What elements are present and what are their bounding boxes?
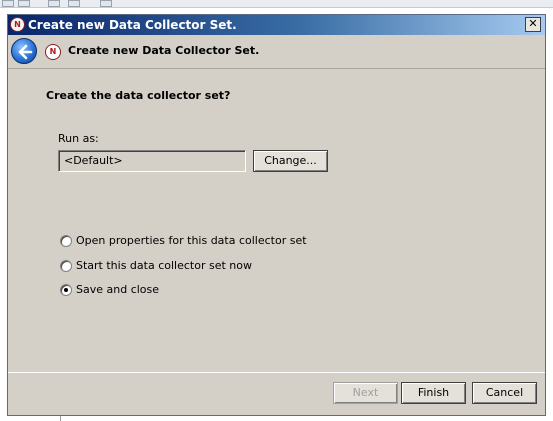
create-data-collector-set-dialog: N Create new Data Collector Set. ✕ N Cre… (7, 14, 546, 416)
back-arrow-icon (18, 44, 33, 60)
toolbar-icon[interactable] (68, 0, 80, 7)
change-button[interactable]: Change... (253, 150, 328, 172)
wizard-footer: Next Finish Cancel (8, 374, 545, 415)
toolbar-icon[interactable] (2, 0, 14, 7)
next-button[interactable]: Next (333, 382, 398, 404)
toolbar-icon[interactable] (18, 0, 30, 7)
option-label: Save and close (76, 283, 160, 296)
window-title: Create new Data Collector Set. (28, 18, 237, 32)
wizard-header: N Create new Data Collector Set. (8, 35, 545, 67)
title-bar[interactable]: N Create new Data Collector Set. ✕ (8, 15, 545, 35)
toolbar-icon[interactable] (100, 0, 112, 7)
radio-button[interactable] (60, 235, 72, 247)
data-collector-icon: N (45, 44, 61, 60)
data-collector-icon: N (10, 17, 25, 32)
option-label: Start this data collector set now (76, 259, 252, 272)
toolbar-icon[interactable] (48, 0, 60, 7)
question-heading: Create the data collector set? (46, 89, 231, 102)
cancel-button[interactable]: Cancel (472, 382, 537, 404)
wizard-title: Create new Data Collector Set. (68, 44, 260, 57)
run-as-label: Run as: (58, 132, 99, 145)
run-as-field: <Default> (58, 150, 246, 172)
radio-button-selected[interactable] (60, 284, 72, 296)
option-label: Open properties for this data collector … (76, 234, 307, 247)
background-toolbar (0, 0, 553, 8)
finish-button[interactable]: Finish (401, 382, 466, 404)
wizard-content: Create the data collector set? Run as: <… (8, 68, 545, 373)
close-button[interactable]: ✕ (525, 17, 541, 32)
radio-selected-dot (64, 288, 68, 292)
close-icon: ✕ (528, 17, 538, 30)
back-button[interactable] (11, 38, 37, 64)
radio-button[interactable] (60, 260, 72, 272)
